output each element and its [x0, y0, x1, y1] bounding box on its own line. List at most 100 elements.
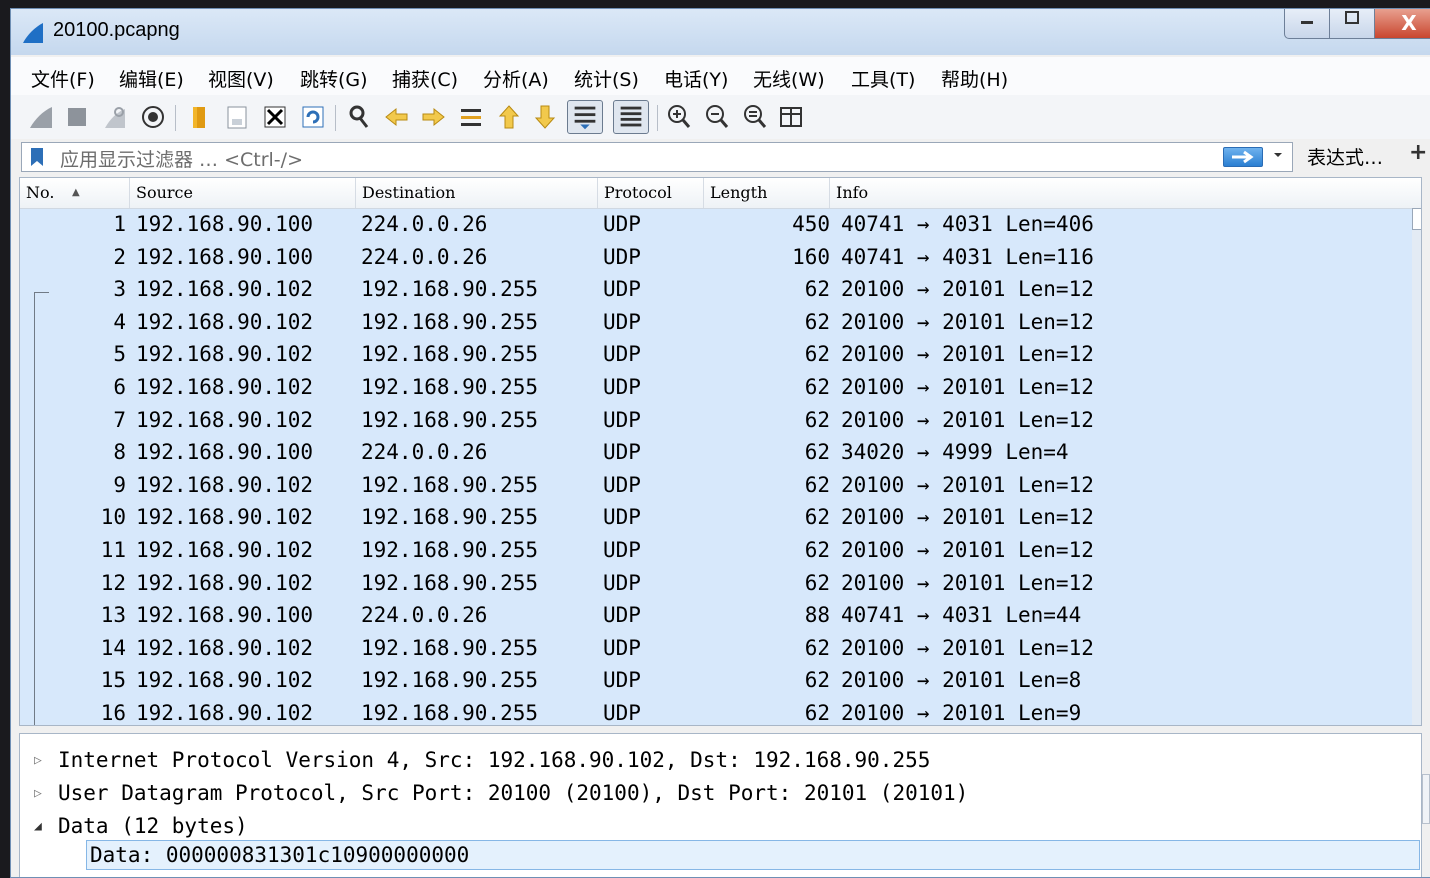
open-folder-icon[interactable]	[185, 103, 213, 131]
packet-info: 20100 → 20101 Len=12	[841, 505, 1094, 530]
table-row[interactable]: 2 192.168.90.100 224.0.0.26 UDP 160 40741 → 4…	[20, 241, 1415, 273]
arrow-right-icon	[1232, 150, 1254, 164]
reload-icon[interactable]	[299, 103, 327, 131]
auto-scroll-icon[interactable]	[567, 100, 603, 134]
menu-capture[interactable]: 捕获(C)	[392, 65, 458, 92]
menu-wireless[interactable]: 无线(W)	[753, 65, 825, 92]
menu-edit[interactable]: 编辑(E)	[119, 65, 184, 92]
chevron-down-icon	[1274, 153, 1282, 157]
restart-fin-icon[interactable]	[101, 103, 129, 131]
display-filter-input[interactable]: 应用显示过滤器 … <Ctrl-/>	[21, 142, 1293, 172]
menu-telephony[interactable]: 电话(Y)	[664, 65, 728, 92]
last-packet-icon[interactable]	[531, 103, 559, 131]
table-row[interactable]: 7 192.168.90.102 192.168.90.255 UDP 62 20100 …	[20, 404, 1415, 436]
table-row[interactable]: 1 192.168.90.100 224.0.0.26 UDP 450 40741 → 4…	[20, 208, 1415, 240]
colorize-icon[interactable]	[613, 100, 649, 134]
packet-list-header: No. ▲ Source Destination Protocol Length …	[20, 178, 1421, 209]
save-file-icon[interactable]	[223, 103, 251, 131]
packet-protocol: UDP	[603, 375, 641, 399]
table-row[interactable]: 3 192.168.90.102 192.168.90.255 UDP 62 20100 …	[20, 273, 1415, 305]
packet-length: 62	[804, 472, 830, 497]
column-header-length[interactable]: Length	[704, 178, 830, 208]
table-row[interactable]: 5 192.168.90.102 192.168.90.255 UDP 62 20100 …	[20, 338, 1415, 370]
shark-fin-start-icon[interactable]	[27, 103, 55, 131]
column-header-source[interactable]: Source	[130, 178, 356, 208]
column-header-no[interactable]: No. ▲	[20, 178, 130, 208]
menu-statistics[interactable]: 统计(S)	[574, 65, 639, 92]
packet-destination: 224.0.0.26	[361, 603, 488, 628]
capture-options-icon[interactable]	[139, 103, 167, 131]
table-row[interactable]: 9 192.168.90.102 192.168.90.255 UDP 62 20100 …	[20, 469, 1415, 501]
table-row[interactable]: 8 192.168.90.100 224.0.0.26 UDP 62 34020 → 49…	[20, 436, 1415, 468]
minimize-button[interactable]	[1284, 9, 1330, 39]
bookmark-icon[interactable]	[29, 147, 45, 167]
table-row[interactable]: 12 192.168.90.102 192.168.90.255 UDP 62 20100…	[20, 567, 1415, 599]
close-file-icon[interactable]	[261, 103, 289, 131]
menu-bar: 文件(F) 编辑(E) 视图(V) 跳转(G) 捕获(C) 分析(A) 统计(S…	[11, 57, 1430, 96]
expand-triangle-icon[interactable]: ▷	[34, 777, 42, 810]
menu-file[interactable]: 文件(F)	[31, 65, 95, 92]
packet-info: 20100 → 20101 Len=12	[841, 342, 1094, 367]
packet-length: 62	[804, 570, 830, 595]
packet-details: ▷ Internet Protocol Version 4, Src: 192.1…	[19, 733, 1430, 877]
window-title: 20100.pcapng	[53, 19, 180, 41]
packet-destination: 192.168.90.255	[361, 342, 539, 367]
packet-protocol: UDP	[603, 668, 641, 693]
go-back-icon[interactable]	[383, 103, 411, 131]
normal-size-icon[interactable]	[741, 103, 769, 131]
zoom-out-icon[interactable]	[703, 103, 731, 131]
resize-columns-icon[interactable]	[777, 103, 805, 131]
table-row[interactable]: 15 192.168.90.102 192.168.90.255 UDP 62 20100…	[20, 664, 1415, 696]
table-row[interactable]: 14 192.168.90.102 192.168.90.255 UDP 62 20100…	[20, 632, 1415, 664]
zoom-in-icon[interactable]	[665, 103, 693, 131]
menu-analyze[interactable]: 分析(A)	[483, 65, 549, 92]
menu-help[interactable]: 帮助(H)	[941, 65, 1008, 92]
close-button[interactable]: X	[1374, 9, 1430, 39]
table-row[interactable]: 6 192.168.90.102 192.168.90.255 UDP 62 20100 …	[20, 371, 1415, 403]
apply-filter-button[interactable]	[1223, 147, 1263, 167]
packet-list-scrollbar[interactable]	[1412, 208, 1421, 725]
packet-length: 62	[804, 309, 830, 334]
table-row[interactable]: 16 192.168.90.102 192.168.90.255 UDP 62 20100…	[20, 697, 1415, 725]
table-row[interactable]: 11 192.168.90.102 192.168.90.255 UDP 62 20100…	[20, 534, 1415, 566]
column-header-destination[interactable]: Destination	[356, 178, 598, 208]
packet-destination: 192.168.90.255	[361, 701, 539, 725]
menu-go[interactable]: 跳转(G)	[300, 65, 368, 92]
packet-source: 192.168.90.102	[136, 375, 314, 399]
details-scrollbar[interactable]	[1422, 774, 1430, 824]
detail-selected-text: Data: 000000831301c10900000000	[90, 843, 470, 867]
find-packet-icon[interactable]	[345, 103, 373, 131]
packet-destination: 192.168.90.255	[361, 277, 539, 302]
packet-no: 2	[113, 244, 126, 269]
toolbar-separator	[335, 105, 336, 131]
first-packet-icon[interactable]	[495, 103, 523, 131]
column-header-protocol[interactable]: Protocol	[598, 178, 704, 208]
table-row[interactable]: 13 192.168.90.100 224.0.0.26 UDP 88 40741 → 4…	[20, 599, 1415, 631]
add-filter-button[interactable]: +	[1409, 140, 1427, 165]
collapse-triangle-icon[interactable]: ◢	[34, 810, 42, 843]
packet-protocol: UDP	[603, 603, 641, 628]
packet-info: 40741 → 4031 Len=44	[841, 603, 1082, 628]
filter-history-dropdown[interactable]	[1272, 149, 1284, 165]
stop-square-icon[interactable]	[63, 103, 91, 131]
table-row[interactable]: 10 192.168.90.102 192.168.90.255 UDP 62 20100…	[20, 501, 1415, 533]
packet-length: 160	[792, 244, 830, 269]
expand-triangle-icon[interactable]: ▷	[34, 744, 42, 777]
expression-button[interactable]: 表达式…	[1307, 143, 1383, 170]
packet-protocol: UDP	[603, 309, 641, 334]
menu-view[interactable]: 视图(V)	[208, 65, 274, 92]
go-to-packet-icon[interactable]	[457, 103, 485, 131]
table-row[interactable]: 4 192.168.90.102 192.168.90.255 UDP 62 20100 …	[20, 306, 1415, 338]
maximize-button[interactable]	[1329, 9, 1375, 39]
column-header-info[interactable]: Info	[830, 178, 1421, 208]
packet-source: 192.168.90.102	[136, 701, 314, 725]
packet-destination: 192.168.90.255	[361, 668, 539, 693]
detail-row-data-value[interactable]: Data: 000000831301c10900000000	[86, 840, 1420, 870]
scrollbar-thumb[interactable]	[1412, 208, 1421, 230]
go-forward-icon[interactable]	[419, 103, 447, 131]
packet-info: 20100 → 20101 Len=12	[841, 277, 1094, 302]
packet-source: 192.168.90.100	[136, 440, 314, 465]
packet-source: 192.168.90.102	[136, 505, 314, 530]
packet-destination: 192.168.90.255	[361, 309, 539, 334]
menu-tools[interactable]: 工具(T)	[851, 65, 915, 92]
